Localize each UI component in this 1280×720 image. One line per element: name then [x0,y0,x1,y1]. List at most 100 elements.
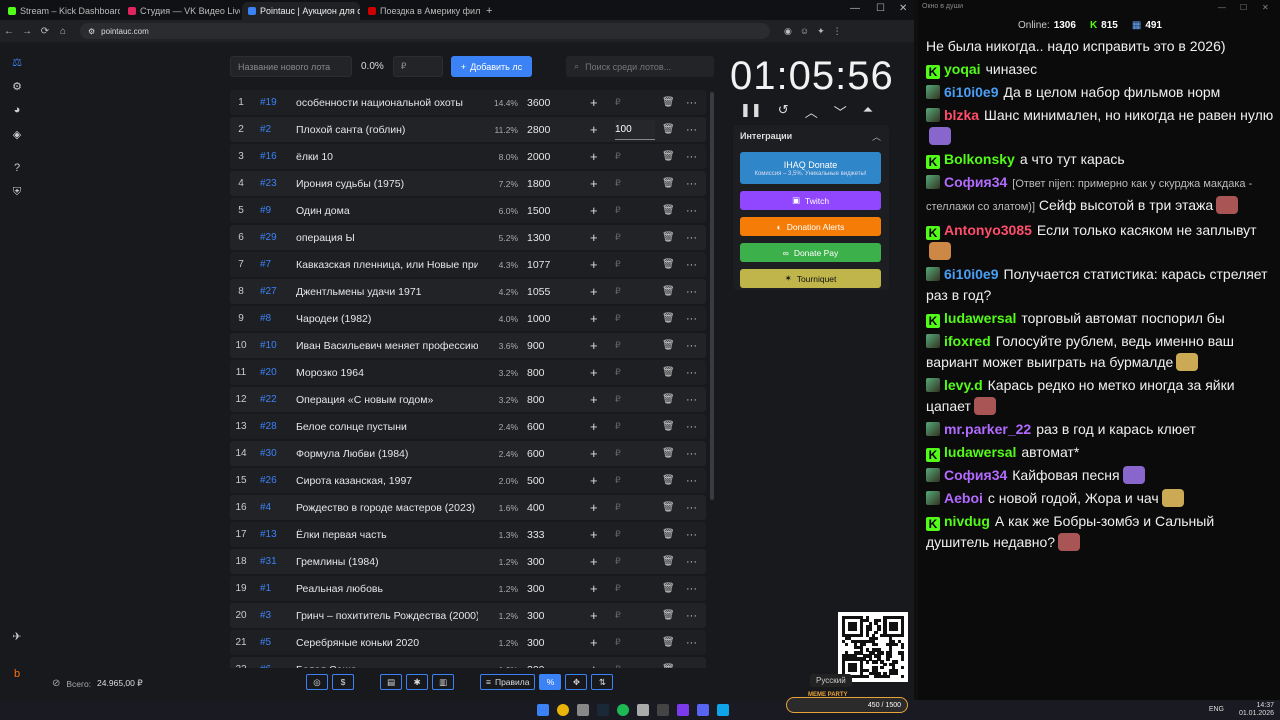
lot-amount-input[interactable]: ₽ [615,390,655,410]
add-lot-button[interactable]: + Добавить лс [450,56,533,77]
chat-username[interactable]: ifoxred [944,333,991,349]
chrome-icon[interactable] [557,704,569,716]
add-amount-icon[interactable]: + [590,122,598,137]
add-amount-icon[interactable]: + [590,230,598,245]
trash-icon[interactable]: 🗑 [662,394,675,405]
trash-icon[interactable]: 🗑 [662,313,675,324]
trash-icon[interactable]: 🗑 [662,637,675,648]
pause-icon[interactable]: ❚❚ [740,102,762,121]
lot-row[interactable]: 2 #2 Плохой санта (гоблин) 11.2% 2800 +100 🗑 ··… [230,117,706,142]
lot-name[interactable]: Серебряные коньки 2020 [296,637,478,649]
chat-username[interactable]: 6i10i0e9 [944,84,999,100]
add-amount-icon[interactable]: + [590,176,598,191]
chat-username[interactable]: ludawersal [944,310,1016,326]
trash-icon[interactable]: 🗑 [662,178,675,189]
layers-icon[interactable]: ◈ [9,126,25,142]
chat-username[interactable]: Antonyo3085 [944,222,1032,238]
trash-icon[interactable]: 🗑 [662,610,675,621]
lot-amount-input[interactable]: ₽ [615,174,655,194]
eye-off-icon[interactable]: ⊘ [52,678,60,689]
lot-row[interactable]: 8 #27 Джентльмены удачи 1971 4.2% 1055 + ₽ 🗑 ··· [230,279,706,304]
lot-amount-input[interactable]: ₽ [615,660,655,668]
ihaq-donate-button[interactable]: IHAQ Donate Комиссия – 3,5%. Уникальные … [740,152,881,184]
extension-icon[interactable]: ☺ [800,26,809,37]
lot-row[interactable]: 14 #30 Формула Любви (1984) 2.4% 600 + ₽ 🗑 ··· [230,441,706,466]
lot-amount-input[interactable]: ₽ [615,633,655,653]
lot-name[interactable]: Иван Васильевич меняет профессию [296,340,478,352]
more-icon[interactable]: ··· [686,475,697,487]
more-icon[interactable]: ··· [686,97,697,109]
clock[interactable]: 14:37 01.01.2026 [1239,702,1274,718]
more-icon[interactable]: ··· [686,205,697,217]
address-bar[interactable]: ⚙ pointauc.com [80,23,770,39]
back-icon[interactable]: ← [0,26,18,37]
trash-icon[interactable]: 🗑 [662,367,675,378]
more-icon[interactable]: ··· [686,637,697,649]
tab-kick-dashboard[interactable]: Stream – Kick Dashboard✕ [2,2,120,20]
lot-row[interactable]: 9 #8 Чародеи (1982) 4.0% 1000 + ₽ 🗑 ··· [230,306,706,331]
lot-name[interactable]: Сирота казанская, 1997 [296,475,478,487]
app-icon[interactable] [717,704,729,716]
lot-row[interactable]: 20 #3 Гринч – похититель Рождества (2000) 1… [230,603,706,628]
add-amount-icon[interactable]: + [590,311,598,326]
add-amount-icon[interactable]: + [590,203,598,218]
lot-amount-input[interactable]: ₽ [615,606,655,626]
add-amount-icon[interactable]: + [590,500,598,515]
lot-amount-input[interactable]: ₽ [615,525,655,545]
auction-icon[interactable]: ⚖ [9,54,25,70]
more-icon[interactable]: ··· [686,529,697,541]
donate-pay-button[interactable]: ∞ Donate Pay [740,243,881,262]
telegram-icon[interactable]: ✈ [9,628,25,644]
discord-icon[interactable] [697,704,709,716]
help-icon[interactable]: ? [9,160,25,176]
chat-username[interactable]: yoqai [944,61,981,77]
app-icon[interactable] [637,704,649,716]
chat-username[interactable]: mr.parker_22 [944,421,1031,437]
trash-icon[interactable]: 🗑 [662,529,675,540]
lot-name[interactable]: Реальная любовь [296,583,478,595]
lot-row[interactable]: 19 #1 Реальная любовь 1.2% 300 + ₽ 🗑 ··· [230,576,706,601]
amount-input[interactable]: ₽ [392,56,443,77]
lot-list-scrollbar[interactable] [710,92,714,500]
more-icon[interactable]: ··· [686,313,697,325]
trash-icon[interactable]: 🗑 [662,205,675,216]
lot-amount-input[interactable]: ₽ [615,498,655,518]
lot-name[interactable]: Джентльмены удачи 1971 [296,286,478,298]
lot-row[interactable]: 16 #4 Рождество в городе мастеров (2023) 1.… [230,495,706,520]
trash-icon[interactable]: 🗑 [662,232,675,243]
more-icon[interactable]: ··· [686,610,697,622]
trash-icon[interactable]: 🗑 [662,421,675,432]
new-lot-input[interactable]: Название нового лота [230,56,352,77]
lot-amount-input[interactable]: ₽ [615,336,655,356]
add-amount-icon[interactable]: + [590,338,598,353]
dollar-icon[interactable]: $ [332,674,354,690]
close-window-icon[interactable]: ✕ [899,3,907,14]
lot-amount-input[interactable]: ₽ [615,147,655,167]
chat-username[interactable]: София34 [944,174,1007,190]
add-amount-icon[interactable]: + [590,635,598,650]
lot-row[interactable]: 12 #22 Операция «С новым годом» 3.2% 800 + ₽ 🗑 ·… [230,387,706,412]
forward-icon[interactable]: → [18,26,36,37]
add-amount-icon[interactable]: + [590,419,598,434]
tab-pointauc[interactable]: Pointauc | Аукцион для стрим…✕ [242,2,360,20]
lot-amount-input[interactable]: ₽ [615,444,655,464]
trash-icon[interactable]: 🗑 [662,502,675,513]
minimize-icon[interactable]: — [1218,3,1226,12]
trash-icon[interactable]: 🗑 [662,151,675,162]
more-icon[interactable]: ··· [686,124,697,136]
lot-row[interactable]: 15 #26 Сирота казанская, 1997 2.0% 500 + ₽ 🗑 ··· [230,468,706,493]
donation-alerts-button[interactable]: ◐ Donation Alerts [740,217,881,236]
lot-amount-input[interactable]: ₽ [615,255,655,275]
lot-amount-input[interactable]: ₽ [615,471,655,491]
more-icon[interactable]: ··· [686,556,697,568]
shuffle-icon[interactable]: ✥ [565,674,588,690]
app-icon[interactable] [657,704,669,716]
more-icon[interactable]: ··· [686,259,697,271]
lot-name[interactable]: Рождество в городе мастеров (2023) [296,502,478,514]
lot-amount-input[interactable]: ₽ [615,309,655,329]
lot-name[interactable]: Ирония судьбы (1975) [296,178,478,190]
lot-row[interactable]: 5 #9 Один дома 6.0% 1500 + ₽ 🗑 ··· [230,198,706,223]
settings-icon[interactable]: ⚙ [9,78,25,94]
add-amount-icon[interactable]: + [590,473,598,488]
lot-amount-input[interactable]: ₽ [615,228,655,248]
